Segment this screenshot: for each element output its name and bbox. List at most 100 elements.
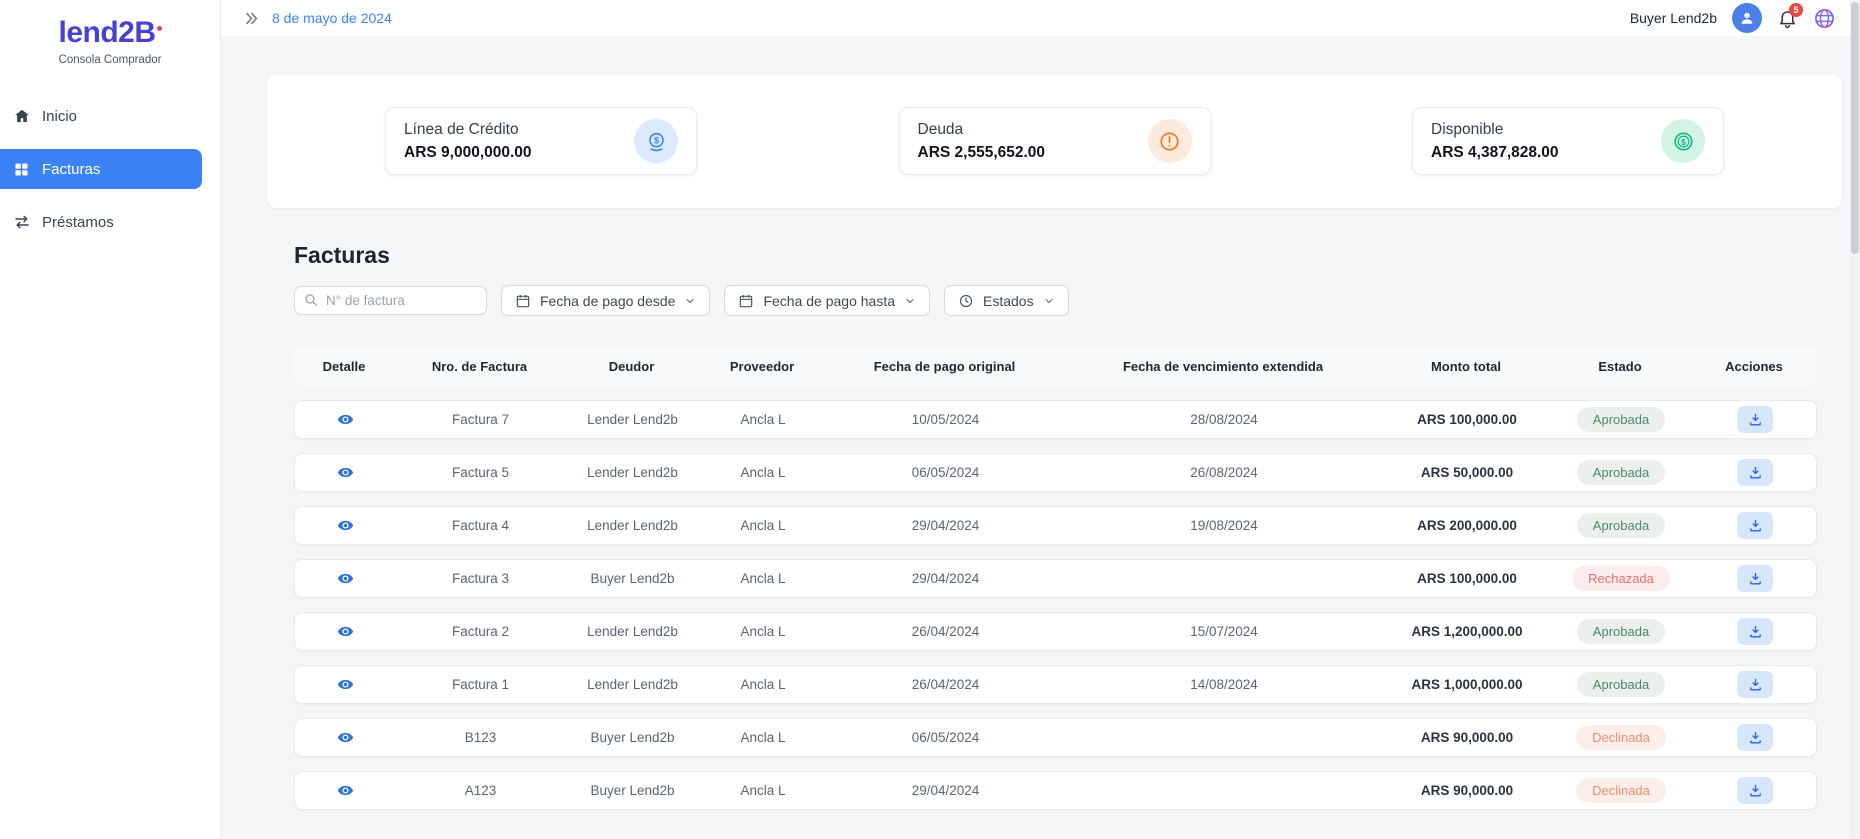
coin-icon: $ <box>1661 119 1705 163</box>
invoice-number: Factura 5 <box>395 465 566 480</box>
download-icon <box>1748 624 1763 639</box>
date-to-filter[interactable]: Fecha de pago hasta <box>724 285 930 316</box>
provider: Ancla L <box>699 624 827 639</box>
original-pay-date: 29/04/2024 <box>827 518 1064 533</box>
original-pay-date: 10/05/2024 <box>827 412 1064 427</box>
scrollbar[interactable] <box>1850 0 1860 839</box>
sidebar-item-prestamos[interactable]: Préstamos <box>0 202 202 242</box>
original-pay-date: 26/04/2024 <box>827 677 1064 692</box>
states-filter[interactable]: Estados <box>944 285 1069 316</box>
download-button[interactable] <box>1737 724 1773 751</box>
content: Línea de Crédito ARS 9,000,000.00 $ Deud… <box>221 36 1860 810</box>
logo-subtitle: Consola Comprador <box>0 54 220 66</box>
search-input[interactable] <box>294 286 487 315</box>
stat-title: Línea de Crédito <box>404 121 532 139</box>
view-detail-icon[interactable] <box>337 729 354 746</box>
download-button[interactable] <box>1737 512 1773 539</box>
col-detalle: Detalle <box>294 359 394 374</box>
col-proveedor: Proveedor <box>698 359 826 374</box>
view-detail-icon[interactable] <box>337 570 354 587</box>
extended-due-date: 28/08/2024 <box>1064 412 1384 427</box>
download-button[interactable] <box>1737 618 1773 645</box>
cash-icon: $ <box>634 119 678 163</box>
available-card: Disponible ARS 4,387,828.00 $ <box>1412 107 1724 175</box>
view-detail-icon[interactable] <box>337 782 354 799</box>
notifications-button[interactable]: 5 <box>1777 8 1798 29</box>
user-avatar[interactable] <box>1732 3 1762 33</box>
download-icon <box>1748 730 1763 745</box>
status-badge: Aprobada <box>1577 672 1665 697</box>
invoices-grid-icon <box>13 160 31 178</box>
table-row: A123 Buyer Lend2b Ancla L 29/04/2024 ARS… <box>294 771 1817 810</box>
provider: Ancla L <box>699 783 827 798</box>
debtor: Lender Lend2b <box>566 624 699 639</box>
sidebar: lend2B Consola Comprador Inicio Facturas… <box>0 0 221 839</box>
logo-text: lend2B <box>0 16 220 50</box>
page-title: Facturas <box>294 242 1817 269</box>
stat-value: ARS 4,387,828.00 <box>1431 144 1559 162</box>
sidebar-item-facturas[interactable]: Facturas <box>0 149 202 189</box>
provider: Ancla L <box>699 677 827 692</box>
language-globe-icon[interactable] <box>1813 7 1836 30</box>
extended-due-date: 15/07/2024 <box>1064 624 1384 639</box>
table-row: Factura 3 Buyer Lend2b Ancla L 29/04/202… <box>294 559 1817 598</box>
debtor: Buyer Lend2b <box>566 783 699 798</box>
provider: Ancla L <box>699 518 827 533</box>
sidebar-item-inicio[interactable]: Inicio <box>0 96 202 136</box>
original-pay-date: 06/05/2024 <box>827 730 1064 745</box>
original-pay-date: 29/04/2024 <box>827 783 1064 798</box>
view-detail-icon[interactable] <box>337 517 354 534</box>
download-button[interactable] <box>1737 777 1773 804</box>
total-amount: ARS 90,000.00 <box>1384 783 1550 798</box>
logo-accent: B <box>134 16 155 49</box>
col-acciones: Acciones <box>1691 359 1817 374</box>
scrollbar-thumb[interactable] <box>1851 2 1859 254</box>
sidebar-item-label: Inicio <box>42 108 77 125</box>
logo-mark <box>157 26 162 31</box>
invoice-number: Factura 7 <box>395 412 566 427</box>
total-amount: ARS 1,000,000.00 <box>1384 677 1550 692</box>
view-detail-icon[interactable] <box>337 623 354 640</box>
table-row: Factura 5 Lender Lend2b Ancla L 06/05/20… <box>294 453 1817 492</box>
download-button[interactable] <box>1737 459 1773 486</box>
col-monto: Monto total <box>1383 359 1549 374</box>
calendar-icon <box>515 293 531 309</box>
stat-title: Disponible <box>1431 121 1559 139</box>
provider: Ancla L <box>699 465 827 480</box>
download-button[interactable] <box>1737 671 1773 698</box>
debtor: Lender Lend2b <box>566 412 699 427</box>
col-fecha-vencimiento: Fecha de vencimiento extendida <box>1063 359 1383 374</box>
stat-value: ARS 9,000,000.00 <box>404 144 532 162</box>
topbar: 8 de mayo de 2024 Buyer Lend2b 5 <box>221 0 1860 36</box>
sidebar-nav: Inicio Facturas Préstamos <box>0 96 220 242</box>
alert-icon <box>1148 119 1192 163</box>
home-icon <box>13 107 31 125</box>
total-amount: ARS 50,000.00 <box>1384 465 1550 480</box>
debtor: Buyer Lend2b <box>566 730 699 745</box>
date-from-filter[interactable]: Fecha de pago desde <box>501 285 710 316</box>
invoice-number: A123 <box>395 783 566 798</box>
total-amount: ARS 90,000.00 <box>1384 730 1550 745</box>
debt-card: Deuda ARS 2,555,652.00 <box>899 107 1211 175</box>
user-name: Buyer Lend2b <box>1630 10 1717 26</box>
view-detail-icon[interactable] <box>337 411 354 428</box>
view-detail-icon[interactable] <box>337 676 354 693</box>
invoice-number: Factura 2 <box>395 624 566 639</box>
download-button[interactable] <box>1737 406 1773 433</box>
chevron-down-icon <box>1043 295 1055 307</box>
sidebar-item-label: Préstamos <box>42 214 114 231</box>
view-detail-icon[interactable] <box>337 464 354 481</box>
download-icon <box>1748 518 1763 533</box>
download-button[interactable] <box>1737 565 1773 592</box>
expand-sidebar-icon[interactable] <box>243 10 260 27</box>
debtor: Lender Lend2b <box>566 465 699 480</box>
invoice-search <box>294 286 487 315</box>
filters-bar: Fecha de pago desde Fecha de pago hasta … <box>294 285 1817 316</box>
status-clock-icon <box>958 293 974 309</box>
status-badge: Declinada <box>1576 778 1666 803</box>
sidebar-item-label: Facturas <box>42 161 100 178</box>
chevron-down-icon <box>904 295 916 307</box>
app-logo: lend2B Consola Comprador <box>0 0 220 66</box>
stat-value: ARS 2,555,652.00 <box>918 144 1046 162</box>
invoice-number: Factura 4 <box>395 518 566 533</box>
